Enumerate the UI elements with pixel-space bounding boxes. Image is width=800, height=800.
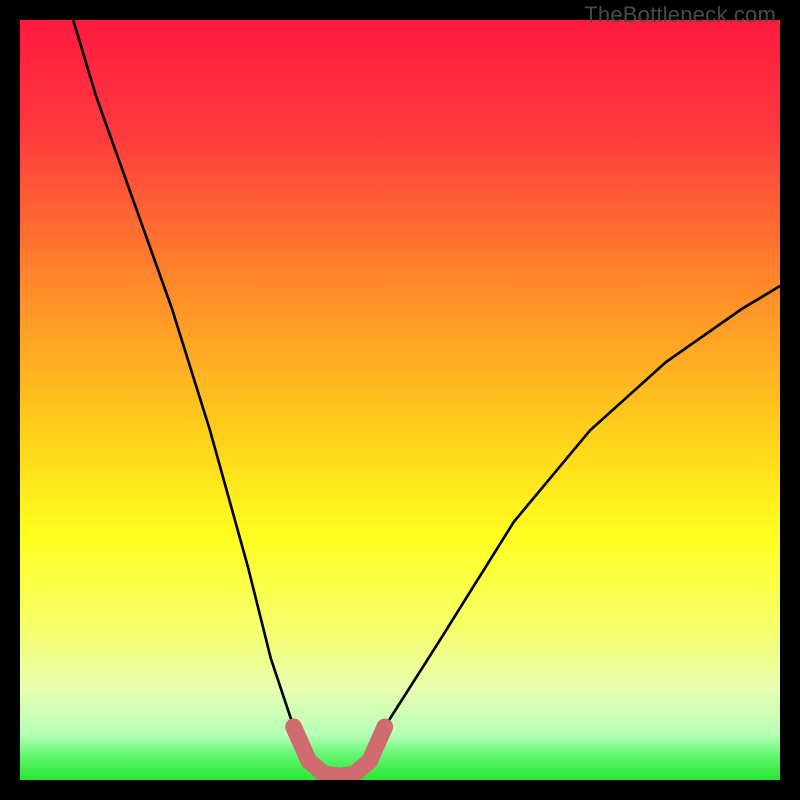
- watermark-text: TheBottleneck.com: [584, 2, 776, 28]
- outer-frame: TheBottleneck.com: [0, 0, 800, 800]
- valley-highlight: [294, 727, 385, 776]
- bottleneck-curve: [73, 20, 780, 776]
- curve-layer: [20, 20, 780, 780]
- plot-area: [20, 20, 780, 780]
